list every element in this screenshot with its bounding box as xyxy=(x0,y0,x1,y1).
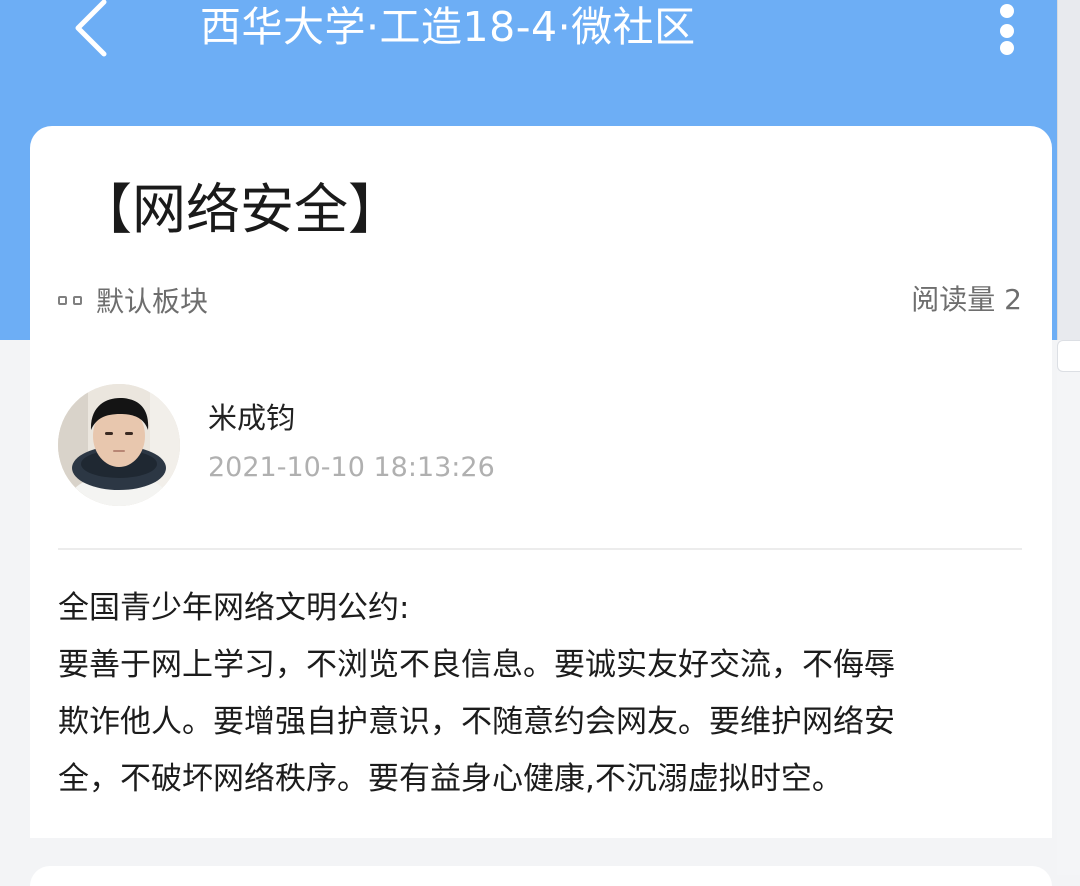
board-label: 默认板块 xyxy=(96,285,209,318)
more-options-button[interactable] xyxy=(990,0,1026,60)
board-icon xyxy=(58,295,82,305)
chevron-left-icon xyxy=(75,0,107,57)
board-tag[interactable]: 默认板块 xyxy=(58,278,208,322)
top-nav-bar: 西华大学·工造18-4·微社区 xyxy=(0,0,1057,60)
back-button[interactable] xyxy=(62,0,122,60)
side-pull-tab[interactable] xyxy=(1057,340,1080,372)
read-count: 阅读量 2 xyxy=(911,283,1022,316)
post-title: 【网络安全】 xyxy=(78,178,402,241)
post-content: 全国青少年网络文明公约: 要善于网上学习，不浏览不良信息。要诚实友好交流，不侮辱… xyxy=(58,580,1028,808)
divider xyxy=(58,548,1022,550)
avatar-image xyxy=(58,384,180,506)
page-title: 西华大学·工造18-4·微社区 xyxy=(200,3,696,51)
side-strip-top xyxy=(1057,0,1080,340)
content-line: 全，不破坏网络秩序。要有益身心健康,不沉溺虚拟时空。 xyxy=(58,761,843,797)
avatar[interactable] xyxy=(58,384,180,506)
more-dot xyxy=(1000,24,1014,38)
content-line: 欺诈他人。要增强自护意识，不随意约会网友。要维护网络安 xyxy=(58,704,895,740)
more-vertical-icon xyxy=(1000,4,1014,18)
content-line: 全国青少年网络文明公约: xyxy=(58,590,410,626)
post-card: 【网络安全】 默认板块 阅读量 2 米成钧 2021-10-10 18:13:2… xyxy=(30,126,1052,838)
post-timestamp: 2021-10-10 18:13:26 xyxy=(208,452,495,483)
next-card xyxy=(30,866,1052,886)
author-name[interactable]: 米成钧 xyxy=(208,398,295,438)
content-line: 要善于网上学习，不浏览不良信息。要诚实友好交流，不侮辱 xyxy=(58,647,895,683)
more-dot xyxy=(1000,41,1014,55)
